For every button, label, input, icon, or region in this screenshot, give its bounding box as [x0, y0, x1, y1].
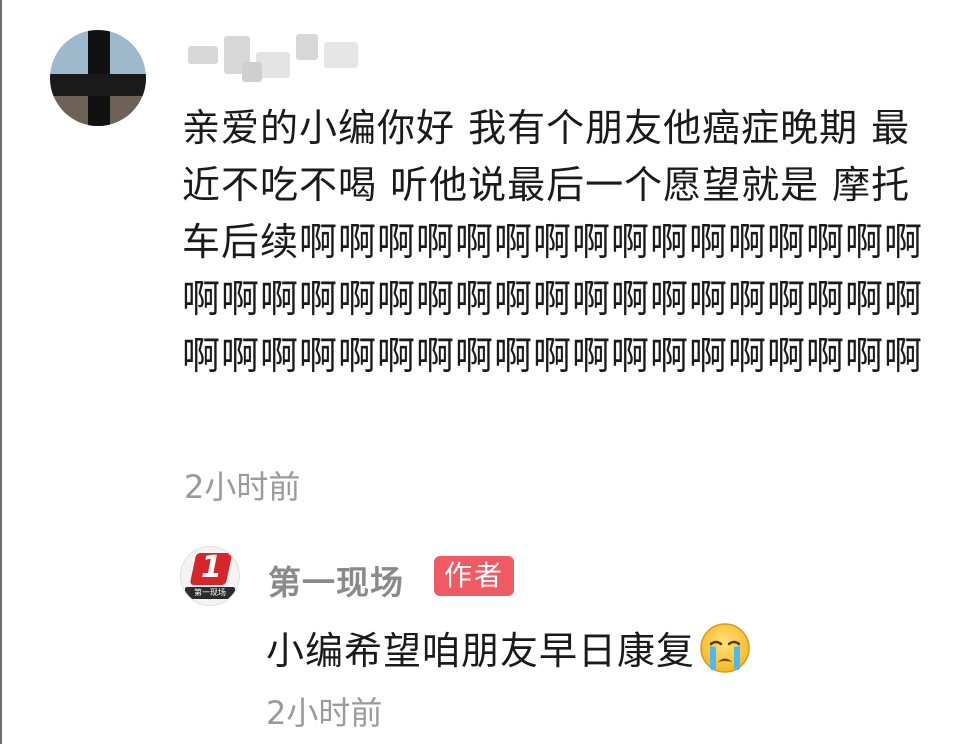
comment-timestamp: 2小时前: [184, 468, 301, 506]
commenter-username-blurred[interactable]: [186, 32, 366, 84]
comment-text: 亲爱的小编你好 我有个朋友他癌症晚期 最近不吃不喝 听他说最后一个愿望就是 摩托…: [182, 106, 924, 378]
commenter-avatar[interactable]: [50, 30, 146, 126]
avatar-redaction-horizontal: [50, 74, 146, 96]
reply-author-name[interactable]: 第一现场: [268, 556, 404, 604]
left-edge-border: [0, 0, 2, 744]
logo-caption: 第一现场: [185, 587, 235, 599]
reply-author-avatar[interactable]: 1 第一现场: [180, 546, 240, 606]
crying-face-icon: [700, 623, 750, 673]
author-badge: 作者: [434, 556, 515, 596]
logo-number: 1: [201, 550, 222, 585]
reply-timestamp: 2小时前: [266, 694, 383, 732]
reply-text-content: 小编希望咱朋友早日康复: [266, 629, 696, 673]
reply-text: 小编希望咱朋友早日康复: [266, 622, 751, 679]
